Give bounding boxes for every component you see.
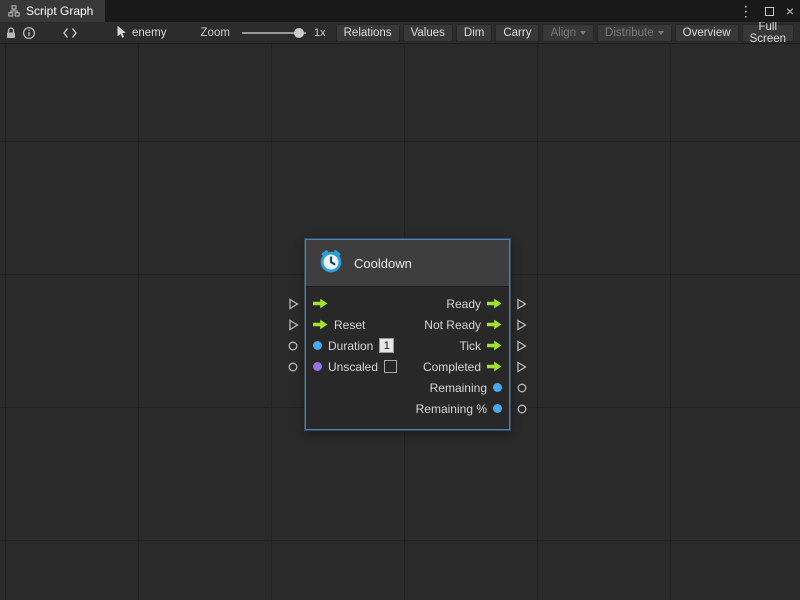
distribute-button: Distribute <box>597 24 672 42</box>
relations-button[interactable]: Relations <box>336 24 400 42</box>
flow-output-port[interactable] <box>516 361 527 373</box>
zoom-slider[interactable] <box>242 26 306 40</box>
maximize-icon[interactable] <box>765 7 774 16</box>
node-title: Cooldown <box>354 256 412 271</box>
graph-owner[interactable]: enemy <box>116 25 167 41</box>
flow-arrow-icon <box>313 319 328 330</box>
port-row: Remaining % <box>306 398 509 419</box>
port-row: Remaining <box>306 377 509 398</box>
port-label: Tick <box>459 339 481 353</box>
carry-button[interactable]: Carry <box>495 24 539 42</box>
zoom-value: 1x <box>314 27 326 39</box>
tab-title: Script Graph <box>26 4 93 18</box>
dim-button[interactable]: Dim <box>456 24 492 42</box>
value-port-dot <box>313 362 322 371</box>
flow-arrow-icon <box>487 340 502 351</box>
flow-output-port[interactable] <box>516 319 527 331</box>
port-label: Unscaled <box>328 360 378 374</box>
flow-output-port[interactable] <box>516 340 527 352</box>
port-row: Ready <box>306 293 509 314</box>
flow-output-port[interactable] <box>516 298 527 310</box>
zoom-label: Zoom <box>201 27 230 39</box>
port-row: Unscaled Completed <box>306 356 509 377</box>
port-label: Remaining <box>430 381 487 395</box>
zoom-slider-handle[interactable] <box>294 28 304 38</box>
values-button[interactable]: Values <box>403 24 453 42</box>
port-row: Reset Not Ready <box>306 314 509 335</box>
script-graph-icon <box>8 5 20 17</box>
node-body: Ready Reset <box>306 287 509 429</box>
port-label: Not Ready <box>424 318 481 332</box>
port-label: Reset <box>334 318 365 332</box>
align-button: Align <box>542 24 594 42</box>
port-label: Duration <box>328 339 373 353</box>
flow-input-port[interactable] <box>288 319 299 331</box>
cooldown-node[interactable]: Cooldown Ready <box>305 239 510 430</box>
port-label: Ready <box>446 297 481 311</box>
toolbar-buttons: Relations Values Dim Carry Align Distrib… <box>336 24 796 42</box>
lock-icon[interactable] <box>4 24 18 42</box>
tab-script-graph[interactable]: Script Graph <box>0 0 105 22</box>
graph-toolbar: enemy Zoom 1x Relations Values Dim Carry… <box>0 22 800 44</box>
value-port-dot <box>493 404 502 413</box>
unscaled-checkbox[interactable] <box>384 360 397 373</box>
value-port-dot <box>493 383 502 392</box>
flow-arrow-icon <box>313 298 328 309</box>
chevron-down-icon <box>658 31 664 35</box>
duration-field[interactable]: 1 <box>379 338 394 353</box>
menu-icon[interactable]: ⋮ <box>739 4 753 18</box>
value-output-port[interactable] <box>517 404 527 414</box>
pointer-icon <box>116 25 128 41</box>
code-icon[interactable] <box>62 24 78 42</box>
flow-arrow-icon <box>487 319 502 330</box>
value-port-dot <box>313 341 322 350</box>
full-screen-button[interactable]: Full Screen <box>742 24 794 42</box>
window-controls: ⋮ × <box>739 0 794 22</box>
port-label: Remaining % <box>416 402 487 416</box>
graph-canvas[interactable]: Cooldown Ready <box>0 44 800 600</box>
flow-arrow-icon <box>487 361 502 372</box>
info-icon[interactable] <box>22 24 36 42</box>
flow-arrow-icon <box>487 298 502 309</box>
overview-button[interactable]: Overview <box>675 24 739 42</box>
close-icon[interactable]: × <box>786 4 794 18</box>
node-header[interactable]: Cooldown <box>306 240 509 287</box>
tab-bar: Script Graph ⋮ × <box>0 0 800 22</box>
value-output-port[interactable] <box>517 383 527 393</box>
value-input-port[interactable] <box>288 362 298 372</box>
flow-input-port[interactable] <box>288 298 299 310</box>
value-input-port[interactable] <box>288 341 298 351</box>
graph-owner-label: enemy <box>132 27 167 39</box>
port-label: Completed <box>423 360 481 374</box>
port-row: Duration 1 Tick <box>306 335 509 356</box>
alarm-clock-icon <box>318 248 344 279</box>
chevron-down-icon <box>580 31 586 35</box>
